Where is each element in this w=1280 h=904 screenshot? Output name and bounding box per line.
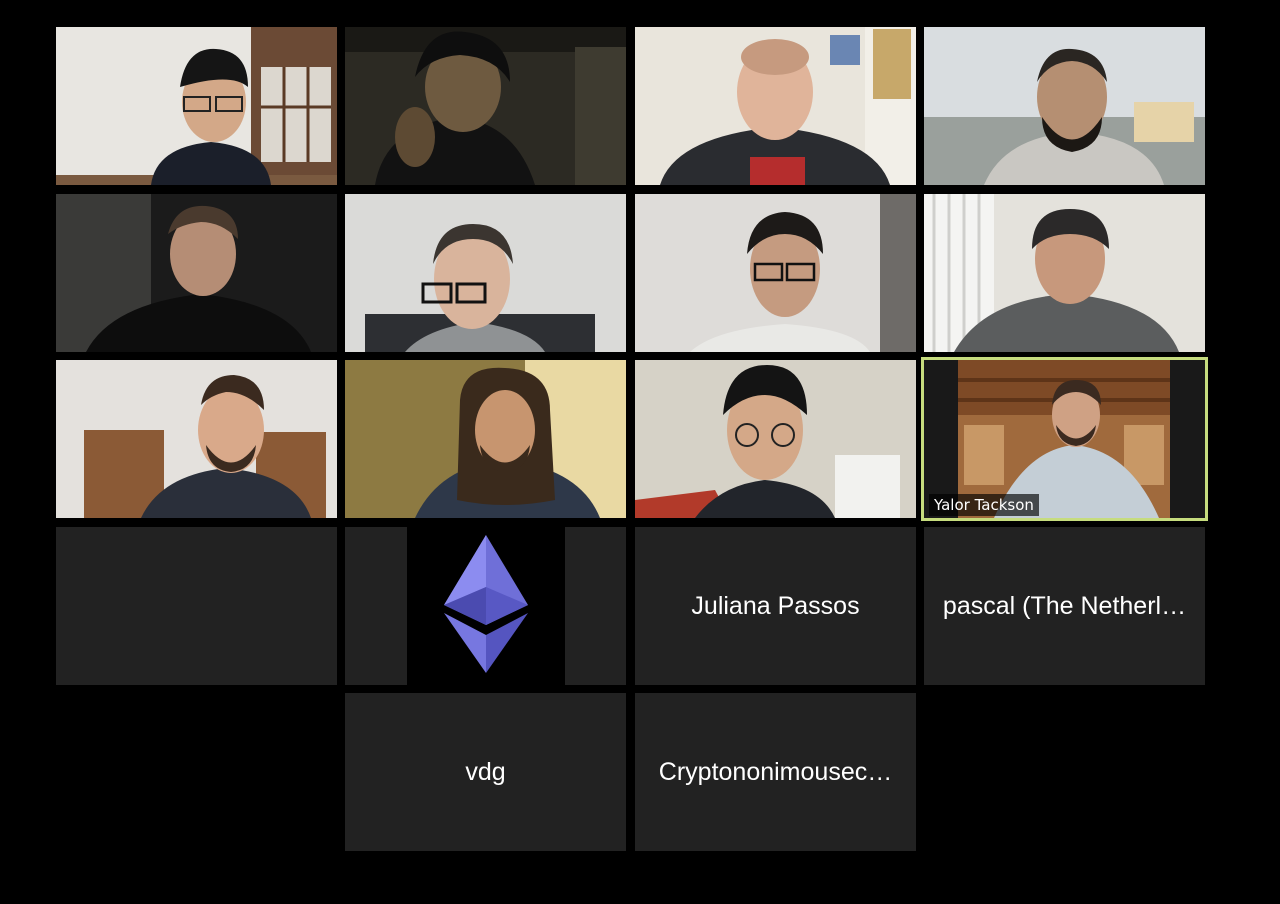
participant-video — [635, 360, 916, 518]
participant-video — [345, 194, 626, 352]
participant-video — [345, 360, 626, 518]
participant-video — [635, 194, 916, 352]
participant-tile[interactable]: vdg — [345, 693, 626, 851]
participant-video-tile[interactable] — [345, 27, 626, 185]
participant-video — [924, 194, 1205, 352]
participant-tile[interactable] — [345, 527, 626, 685]
participant-video — [56, 360, 337, 518]
participant-video-tile[interactable] — [924, 194, 1205, 352]
participant-video-tile[interactable] — [635, 194, 916, 352]
ethereum-logo-icon — [444, 535, 528, 673]
participant-video-tile[interactable] — [635, 360, 916, 518]
participant-video-tile[interactable] — [56, 27, 337, 185]
participant-video-tile[interactable] — [56, 360, 337, 518]
active-speaker-video-tile[interactable]: Yalor Tackson — [921, 357, 1208, 521]
participant-name: Cryptononimousec… — [658, 757, 893, 786]
participant-tile[interactable]: Cryptononimousec… — [635, 693, 916, 851]
avatar — [407, 527, 565, 685]
participant-tile[interactable]: Juliana Passos — [635, 527, 916, 685]
participant-video-tile[interactable] — [924, 27, 1205, 185]
participant-video-tile[interactable] — [56, 194, 337, 352]
participant-video — [56, 27, 337, 185]
participant-video-tile[interactable] — [345, 360, 626, 518]
participant-tile[interactable] — [56, 527, 337, 685]
participant-video-tile[interactable] — [635, 27, 916, 185]
participant-video — [635, 27, 916, 185]
participant-video — [924, 27, 1205, 185]
participant-tile[interactable]: pascal (The Netherl… — [924, 527, 1205, 685]
participant-name: Juliana Passos — [691, 591, 860, 620]
participant-video — [56, 194, 337, 352]
participant-video-tile[interactable] — [345, 194, 626, 352]
participant-name-tag: Yalor Tackson — [929, 494, 1039, 516]
participant-video — [345, 27, 626, 185]
participant-name: pascal (The Netherl… — [942, 591, 1187, 620]
participant-name: vdg — [465, 757, 506, 786]
